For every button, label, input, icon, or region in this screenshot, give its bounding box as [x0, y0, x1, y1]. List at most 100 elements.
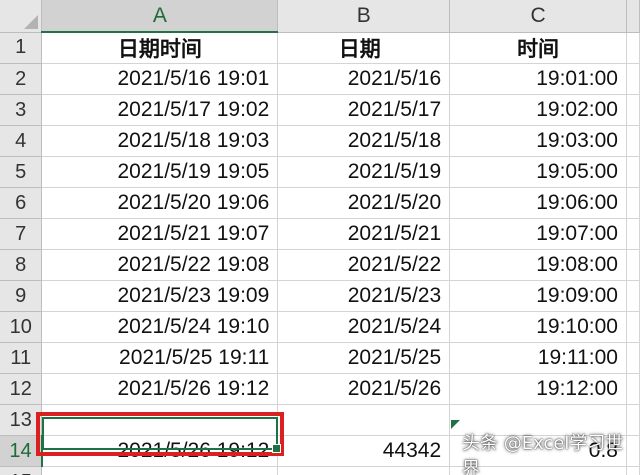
select-all-corner[interactable] — [0, 0, 43, 33]
cell-b[interactable]: 2021/5/25 — [277, 342, 451, 374]
cell-b[interactable]: 2021/5/23 — [277, 280, 451, 312]
cell-c[interactable] — [449, 466, 627, 475]
cell-d[interactable] — [626, 373, 640, 405]
cell-grid: A B C 1 日期时间 日期 时间 2 2021/5/16 19:01 2021/5/16… — [0, 0, 640, 475]
row-header[interactable]: 7 — [0, 218, 43, 250]
cell-c[interactable]: 19:08:00 — [449, 249, 627, 281]
cell-a[interactable]: 2021/5/18 19:03 — [41, 125, 279, 157]
sheet-row: 12 2021/5/26 19:12 2021/5/26 19:12:00 — [0, 373, 640, 405]
cell-a[interactable]: 2021/5/20 19:06 — [41, 187, 279, 219]
cell-c[interactable]: 19:03:00 — [449, 125, 627, 157]
cell-a[interactable]: 2021/5/21 19:07 — [41, 218, 279, 250]
cell-c[interactable]: 时间 — [449, 32, 627, 64]
row-header[interactable]: 6 — [0, 187, 43, 219]
row-header[interactable]: 12 — [0, 373, 43, 405]
cell-d[interactable] — [626, 125, 640, 157]
sheet-row: 3 2021/5/17 19:02 2021/5/17 19:02:00 — [0, 94, 640, 126]
row-header[interactable]: 14 — [0, 435, 43, 467]
cell-a[interactable] — [41, 466, 279, 475]
cell-d[interactable] — [626, 404, 640, 436]
cell-a[interactable]: 日期时间 — [41, 32, 279, 64]
cell-a[interactable]: 2021/5/17 19:02 — [41, 94, 279, 126]
cell-b[interactable]: 2021/5/16 — [277, 63, 451, 95]
cell-b[interactable]: 日期 — [277, 32, 451, 64]
sheet-row: 14 2021/5/26 19:12 44342 0.8 — [0, 435, 640, 467]
row-header[interactable]: 5 — [0, 156, 43, 188]
cell-b[interactable]: 2021/5/24 — [277, 311, 451, 343]
cell-a[interactable]: 2021/5/19 19:05 — [41, 156, 279, 188]
cell-b[interactable]: 2021/5/19 — [277, 156, 451, 188]
cell-d[interactable] — [626, 249, 640, 281]
cell-b[interactable]: 44342 — [277, 435, 451, 467]
cell-d[interactable] — [626, 435, 640, 467]
sheet-row: 8 2021/5/22 19:08 2021/5/22 19:08:00 — [0, 249, 640, 281]
sheet-row: 4 2021/5/18 19:03 2021/5/18 19:03:00 — [0, 125, 640, 157]
cell-d[interactable] — [626, 280, 640, 312]
cell-a[interactable]: 2021/5/26 19:12 — [41, 373, 279, 405]
cell-c[interactable] — [449, 404, 627, 436]
cell-c[interactable]: 0.8 — [449, 435, 627, 467]
column-header-c[interactable]: C — [449, 0, 627, 33]
cell-a[interactable]: 2021/5/25 19:11 — [41, 342, 279, 374]
cell-b[interactable]: 2021/5/22 — [277, 249, 451, 281]
sheet-row: 10 2021/5/24 19:10 2021/5/24 19:10:00 — [0, 311, 640, 343]
row-header[interactable]: 11 — [0, 342, 43, 374]
row-header[interactable]: 2 — [0, 63, 43, 95]
cell-b[interactable]: 2021/5/18 — [277, 125, 451, 157]
row-header[interactable]: 10 — [0, 311, 43, 343]
cell-c[interactable]: 19:07:00 — [449, 218, 627, 250]
row-header[interactable]: 13 — [0, 404, 43, 436]
row-header[interactable]: 1 — [0, 32, 43, 64]
cell-c[interactable]: 19:02:00 — [449, 94, 627, 126]
sheet-row: 15 — [0, 466, 640, 475]
cell-a[interactable] — [41, 404, 279, 436]
cell-a[interactable]: 2021/5/22 19:08 — [41, 249, 279, 281]
cell-c[interactable]: 19:12:00 — [449, 373, 627, 405]
cell-d[interactable] — [626, 156, 640, 188]
cell-d[interactable] — [626, 187, 640, 219]
row-header[interactable]: 8 — [0, 249, 43, 281]
cell-c[interactable]: 19:10:00 — [449, 311, 627, 343]
cell-c[interactable]: 19:09:00 — [449, 280, 627, 312]
row-header[interactable]: 3 — [0, 94, 43, 126]
cell-c[interactable]: 19:05:00 — [449, 156, 627, 188]
sheet-row: 13 — [0, 404, 640, 436]
cell-c[interactable]: 19:06:00 — [449, 187, 627, 219]
cell-d[interactable] — [626, 94, 640, 126]
row-header[interactable]: 15 — [0, 466, 43, 475]
cell-a[interactable]: 2021/5/16 19:01 — [41, 63, 279, 95]
sheet-row: 1 日期时间 日期 时间 — [0, 32, 640, 64]
error-indicator-icon[interactable] — [451, 420, 460, 429]
cell-a[interactable]: 2021/5/24 19:10 — [41, 311, 279, 343]
cell-a[interactable]: 2021/5/23 19:09 — [41, 280, 279, 312]
column-header-d[interactable] — [626, 0, 640, 33]
cell-d[interactable] — [626, 63, 640, 95]
sheet-row: 11 2021/5/25 19:11 2021/5/25 19:11:00 — [0, 342, 640, 374]
cell-b[interactable]: 2021/5/21 — [277, 218, 451, 250]
fill-handle[interactable] — [272, 444, 281, 453]
column-header-b[interactable]: B — [277, 0, 451, 33]
cell-a[interactable]: 2021/5/26 19:12 — [41, 435, 279, 467]
cell-c[interactable]: 19:11:00 — [449, 342, 627, 374]
cell-d[interactable] — [626, 32, 640, 64]
sheet-row: 7 2021/5/21 19:07 2021/5/21 19:07:00 — [0, 218, 640, 250]
sheet-row: 5 2021/5/19 19:05 2021/5/19 19:05:00 — [0, 156, 640, 188]
select-all-icon — [24, 14, 39, 29]
row-header[interactable]: 4 — [0, 125, 43, 157]
cell-b[interactable] — [277, 466, 451, 475]
cell-d[interactable] — [626, 466, 640, 475]
cell-d[interactable] — [626, 342, 640, 374]
column-header-a[interactable]: A — [41, 0, 279, 33]
row-header[interactable]: 9 — [0, 280, 43, 312]
cell-b[interactable]: 2021/5/20 — [277, 187, 451, 219]
sheet-row: 9 2021/5/23 19:09 2021/5/23 19:09:00 — [0, 280, 640, 312]
cell-b[interactable]: 2021/5/17 — [277, 94, 451, 126]
cell-b[interactable]: 2021/5/26 — [277, 373, 451, 405]
cell-d[interactable] — [626, 311, 640, 343]
sheet-row: 2 2021/5/16 19:01 2021/5/16 19:01:00 — [0, 63, 640, 95]
cell-b[interactable] — [277, 404, 451, 436]
cell-d[interactable] — [626, 218, 640, 250]
spreadsheet: A B C 1 日期时间 日期 时间 2 2021/5/16 19:01 2021/5/16… — [0, 0, 640, 475]
cell-c[interactable]: 19:01:00 — [449, 63, 627, 95]
sheet-row: 6 2021/5/20 19:06 2021/5/20 19:06:00 — [0, 187, 640, 219]
